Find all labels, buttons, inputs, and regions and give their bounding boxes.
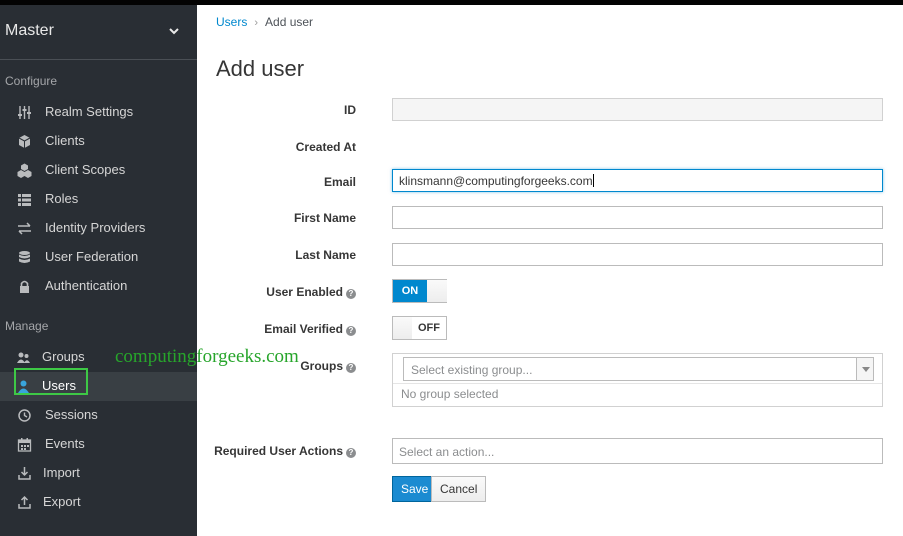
groups-label-text: Groups <box>300 359 343 373</box>
users-highlight-box <box>14 368 88 395</box>
users-icon <box>17 352 30 363</box>
watermark: computingforgeeks.com <box>115 346 299 367</box>
dropdown-caret-icon[interactable] <box>856 358 873 380</box>
help-icon[interactable]: ? <box>346 289 356 299</box>
realm-selector[interactable]: Master <box>0 5 197 60</box>
id-field <box>392 98 883 121</box>
calendar-icon <box>17 438 32 452</box>
groups-label: Groups? <box>300 359 356 373</box>
user-enabled-label-text: User Enabled <box>266 285 343 299</box>
lock-icon <box>20 280 29 293</box>
help-icon[interactable]: ? <box>346 363 356 373</box>
sidebar-item-label: Roles <box>45 191 79 206</box>
cancel-button[interactable]: Cancel <box>431 476 487 502</box>
required-actions-label: Required User Actions? <box>214 444 356 458</box>
toggle-off-label: OFF <box>412 317 446 339</box>
breadcrumb: Users › Add user <box>216 15 313 29</box>
sidebar-item-label: Clients <box>45 133 85 148</box>
created-at-label: Created At <box>295 140 356 154</box>
divider <box>393 383 882 384</box>
database-icon <box>19 251 30 263</box>
first-name-label: First Name <box>293 211 356 225</box>
sidebar-item-label: Identity Providers <box>45 220 146 235</box>
breadcrumb-users-link[interactable]: Users <box>216 15 247 29</box>
sidebar-item-label: Sessions <box>45 407 98 422</box>
cubes-icon <box>17 163 32 178</box>
toggle-knob <box>393 317 413 339</box>
required-actions-select[interactable]: Select an action... <box>392 438 883 464</box>
sidebar-item-roles[interactable]: Roles <box>0 185 197 214</box>
sliders-icon <box>18 106 31 119</box>
main-content: Users › Add user Add user ID Created At Em… <box>197 5 903 536</box>
chevron-down-icon <box>169 28 179 35</box>
sidebar-item-user-federation[interactable]: User Federation <box>0 243 197 272</box>
email-field[interactable]: klinsmann@computingforgeeks.com <box>392 169 883 192</box>
sidebar-item-clients[interactable]: Clients <box>0 127 197 156</box>
user-enabled-label: User Enabled? <box>266 285 356 299</box>
help-icon[interactable]: ? <box>346 448 356 458</box>
help-icon[interactable]: ? <box>346 326 356 336</box>
sidebar-item-client-scopes[interactable]: Client Scopes <box>0 156 197 185</box>
sidebar-item-label: Authentication <box>45 278 128 293</box>
id-label: ID <box>344 103 356 117</box>
realm-name: Master <box>5 22 54 39</box>
sidebar-item-label: Export <box>43 494 81 509</box>
groups-select[interactable]: Select existing group... <box>403 357 874 381</box>
text-cursor <box>592 174 594 187</box>
first-name-field[interactable] <box>392 206 883 229</box>
import-icon <box>18 467 31 480</box>
export-icon <box>18 495 31 509</box>
sidebar-item-label: Import <box>43 465 80 480</box>
email-label: Email <box>323 175 356 189</box>
user-enabled-toggle[interactable]: ON <box>392 279 447 303</box>
sidebar-item-events[interactable]: Events <box>0 430 197 459</box>
sidebar-item-identity-providers[interactable]: Identity Providers <box>0 214 197 243</box>
cube-icon <box>18 135 31 148</box>
sidebar-item-authentication[interactable]: Authentication <box>0 272 197 301</box>
last-name-field[interactable] <box>392 243 883 266</box>
email-verified-toggle[interactable]: OFF <box>392 316 447 340</box>
list-icon <box>18 194 31 206</box>
sidebar-item-label: Groups <box>42 349 85 364</box>
sidebar-item-label: Realm Settings <box>45 104 134 119</box>
sidebar-item-import[interactable]: Import <box>0 459 197 488</box>
sidebar-item-label: Events <box>45 436 85 451</box>
page-title: Add user <box>216 56 305 81</box>
sidebar-item-export[interactable]: Export <box>0 488 197 517</box>
required-actions-label-text: Required User Actions <box>214 444 343 458</box>
last-name-label: Last Name <box>295 248 356 262</box>
sidebar-item-sessions[interactable]: Sessions <box>0 401 197 430</box>
sidebar-item-label: Client Scopes <box>45 162 126 177</box>
email-verified-label: Email Verified? <box>264 322 356 336</box>
email-verified-label-text: Email Verified <box>264 322 343 336</box>
sidebar-item-realm-settings[interactable]: Realm Settings <box>0 98 197 127</box>
email-value: klinsmann@computingforgeeks.com <box>399 174 593 188</box>
sidebar: Master Configure Realm Settings Clients … <box>0 5 197 536</box>
groups-panel: Select existing group... No group select… <box>392 353 883 407</box>
toggle-knob <box>427 280 447 302</box>
breadcrumb-current: Add user <box>265 15 314 29</box>
toggle-on-label: ON <box>393 280 427 302</box>
groups-placeholder: Select existing group... <box>411 363 533 377</box>
manage-heading: Manage <box>5 319 49 333</box>
breadcrumb-separator: › <box>254 17 259 29</box>
sidebar-item-label: User Federation <box>45 249 139 264</box>
exchange-icon <box>18 222 31 235</box>
configure-heading: Configure <box>5 74 58 88</box>
clock-icon <box>18 409 31 422</box>
groups-empty-text: No group selected <box>401 387 499 401</box>
